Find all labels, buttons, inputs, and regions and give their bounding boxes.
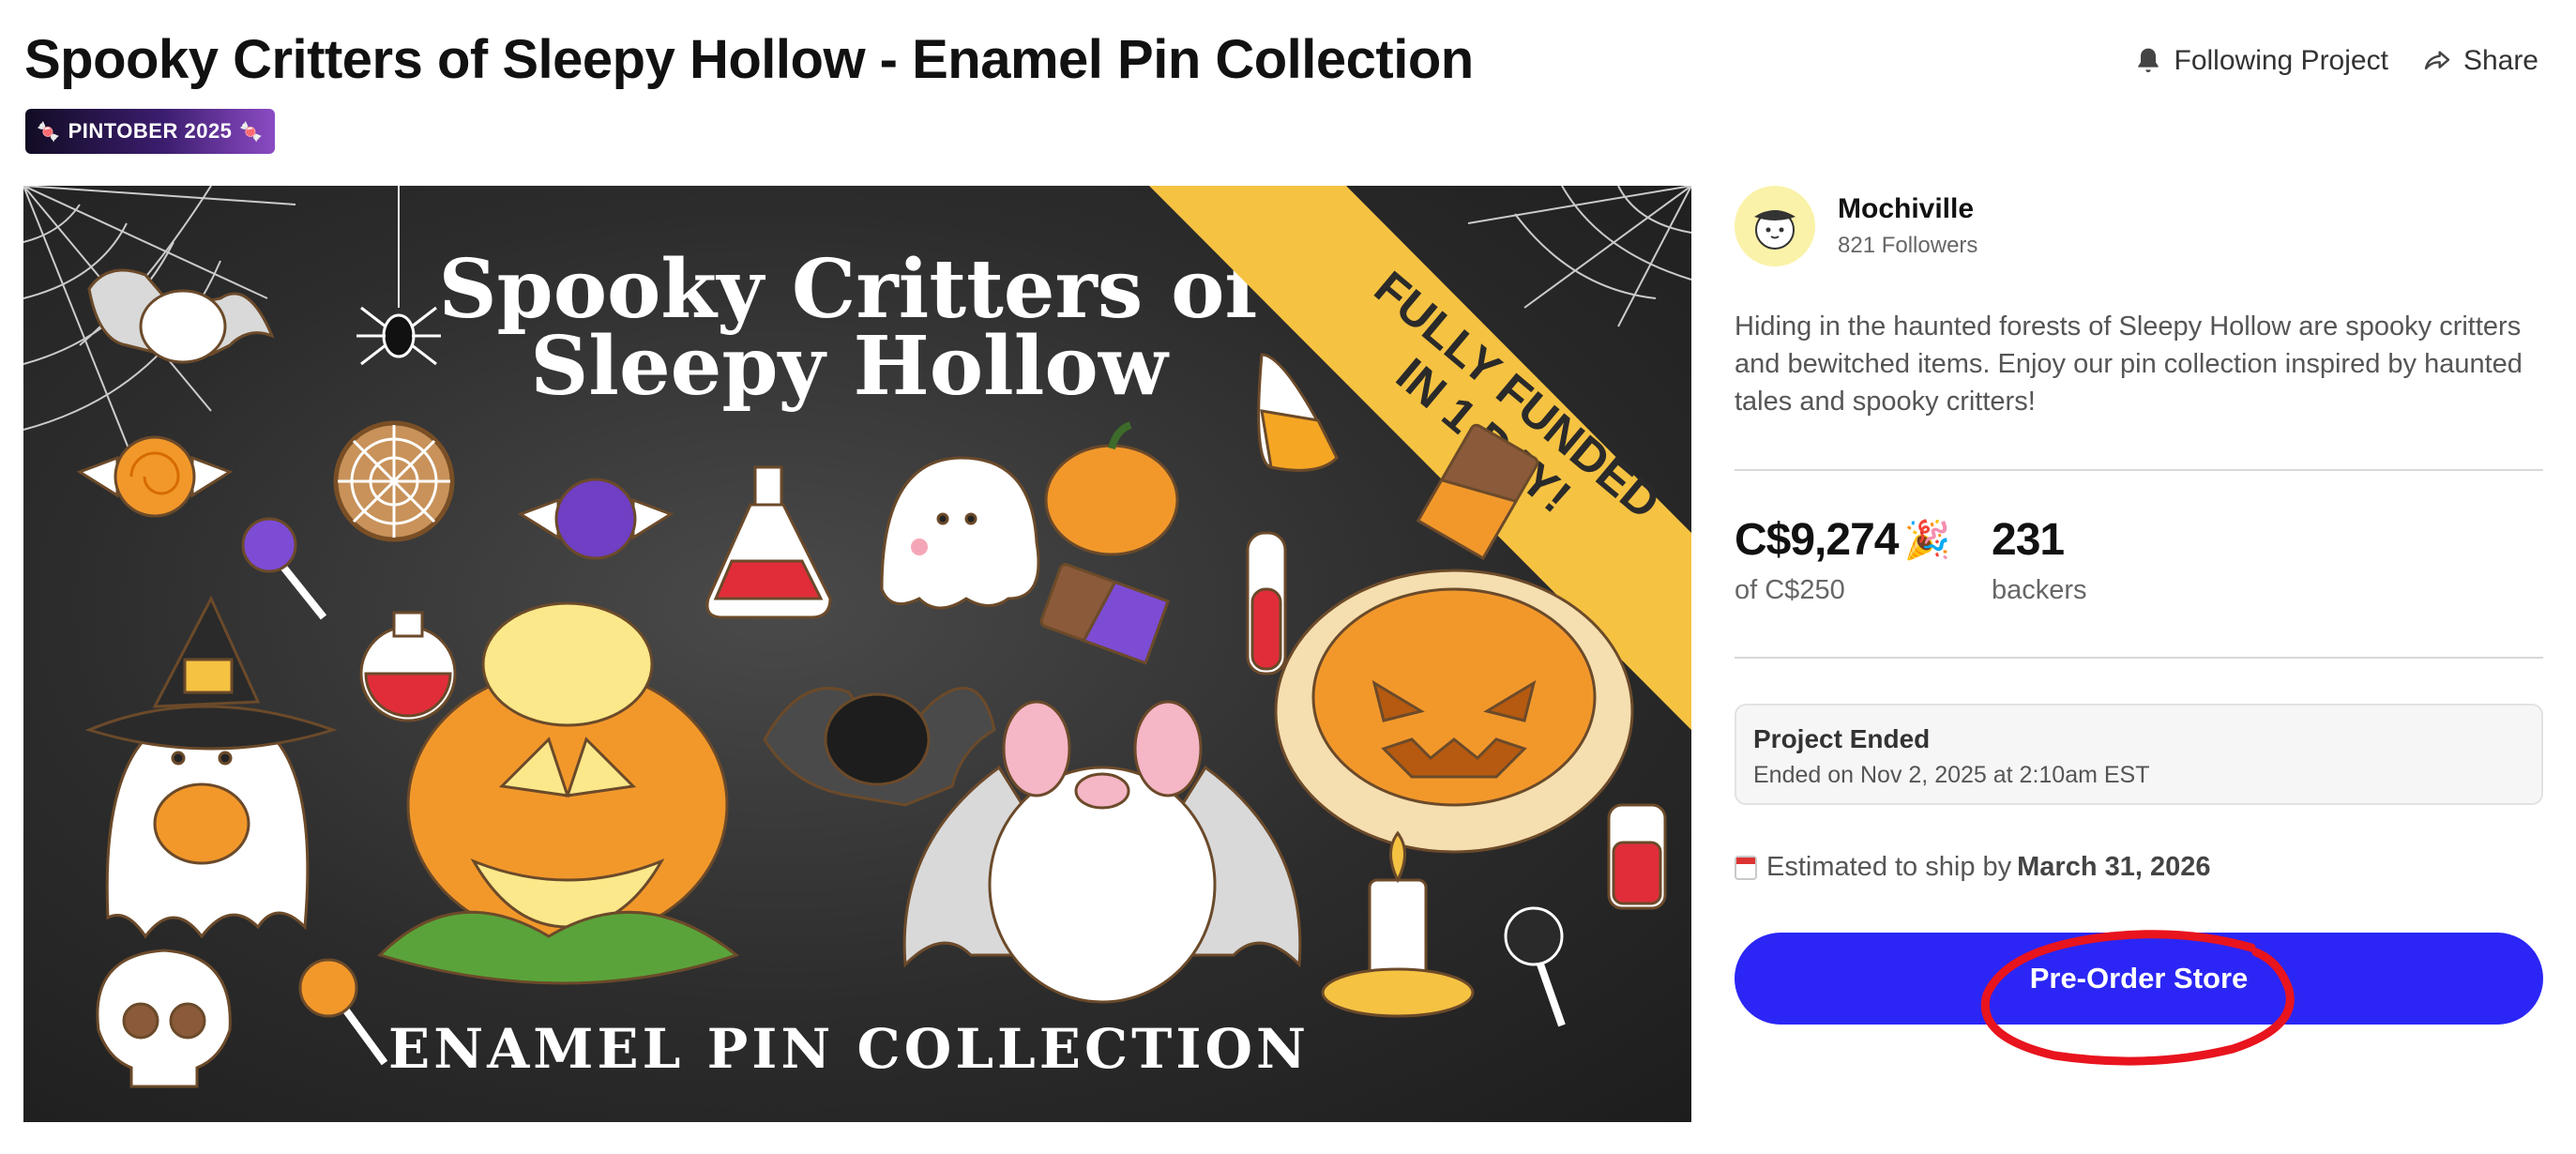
- share-button[interactable]: Share: [2422, 45, 2538, 77]
- creator-name[interactable]: Mochiville: [1838, 193, 1977, 225]
- shipping-estimate: Estimated to ship by March 31, 2026: [1735, 852, 2211, 883]
- candy-corn-pin: [1257, 353, 1339, 472]
- following-label: Following Project: [2174, 45, 2388, 76]
- pre-order-store-button[interactable]: Pre-Order Store: [1735, 933, 2543, 1025]
- potion-pin-2: [359, 611, 457, 722]
- lollipop-pin-orange: [298, 958, 388, 1066]
- pintober-badge[interactable]: 🍬 PINTOBER 2025 🍬: [25, 109, 275, 154]
- funding-stats: C$9,274 🎉 of C$250 231 backers: [1735, 514, 2087, 606]
- black-bat-pin: [763, 686, 996, 807]
- pumpkin-pin-small: [1044, 421, 1179, 556]
- witch-ghost-pin: [84, 595, 338, 939]
- pledged-amount: C$9,274: [1735, 515, 1899, 565]
- header-actions: Following Project Share: [2133, 45, 2538, 77]
- ended-heading: Project Ended: [1753, 724, 1931, 753]
- divider: [1735, 657, 2543, 659]
- candy-pin-orange: [76, 435, 234, 518]
- skull-pin: [96, 949, 232, 1088]
- backers-label: backers: [1992, 575, 2087, 605]
- goal-amount: of C$250: [1735, 575, 1845, 605]
- badge-label: PINTOBER 2025: [68, 119, 233, 143]
- following-project-button[interactable]: Following Project: [2133, 45, 2388, 77]
- party-popper-icon: 🎉: [1903, 520, 1950, 561]
- ship-date: March 31, 2026: [2017, 852, 2211, 882]
- share-icon: [2424, 51, 2450, 70]
- ghost-pin: [880, 456, 1040, 610]
- creator-followers: 821 Followers: [1838, 233, 1978, 258]
- backers-stat: 231 backers: [1992, 514, 2087, 606]
- page-title: Spooky Critters of Sleepy Hollow - Ename…: [24, 29, 1474, 90]
- creator-card[interactable]: Mochiville 821 Followers: [1735, 186, 1977, 266]
- hero-title-line2: Sleepy Hollow: [530, 319, 1170, 414]
- potion-pin-4: [1607, 803, 1667, 910]
- bat-pin-small: [87, 268, 275, 364]
- bell-icon: [2137, 48, 2159, 72]
- creator-avatar[interactable]: [1735, 186, 1815, 266]
- mochi-logo-icon: [1754, 210, 1796, 250]
- lollipop-pin-purple: [241, 517, 327, 620]
- calendar-icon: [1735, 855, 1757, 880]
- share-label: Share: [2462, 45, 2538, 76]
- candy-icon: 🍬: [239, 121, 264, 143]
- candle-pin: [1321, 830, 1475, 1018]
- divider: [1735, 469, 2543, 471]
- pledged-stat: C$9,274 🎉 of C$250: [1735, 514, 1962, 606]
- project-description: Hiding in the haunted forests of Sleepy …: [1735, 311, 2523, 417]
- spider-pin: [356, 186, 441, 366]
- hero-footer: ENAMEL PIN COLLECTION: [388, 1017, 1310, 1081]
- project-hero-image[interactable]: Spooky Critters of Sleepy Hollow FULLY F…: [23, 186, 1691, 1122]
- chocolate-pin-2: [1039, 563, 1170, 665]
- potion-pin-1: [705, 465, 832, 619]
- cookie-web-pin: [333, 420, 455, 542]
- cobweb-right: [1467, 186, 1691, 327]
- potion-pin-3: [1246, 531, 1287, 676]
- jack-o-lantern-plate-pin: [1274, 569, 1634, 854]
- backers-count: 231: [1992, 515, 2065, 565]
- candy-pin-purple: [517, 478, 674, 560]
- candy-icon: 🍬: [37, 121, 61, 143]
- project-ended-notice: Project Ended Ended on Nov 2, 2025 at 2:…: [1735, 704, 2543, 805]
- lollipop-pin-black: [1504, 906, 1566, 1027]
- ended-detail: Ended on Nov 2, 2025 at 2:10am EST: [1753, 762, 2150, 788]
- ship-prefix: Estimated to ship by: [1766, 852, 2012, 882]
